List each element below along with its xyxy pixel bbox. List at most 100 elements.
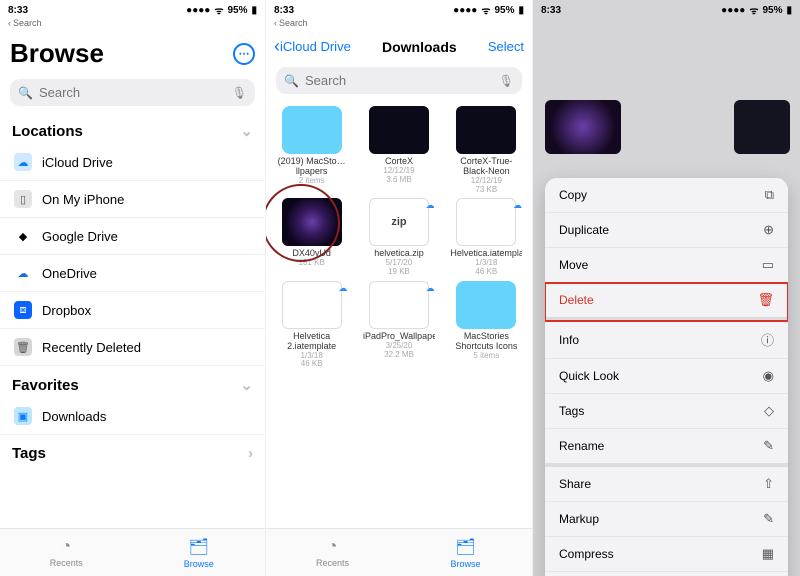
signal-icon: ●●●● (453, 5, 477, 16)
wifi-icon: ᯤ (749, 3, 758, 17)
cloud-download-icon: ☁︎ (426, 283, 435, 294)
trash-icon: 🗑 (14, 338, 32, 356)
mic-icon[interactable]: 🎙 (232, 86, 247, 100)
file-name: (2019) MacSto…llpapers (276, 157, 348, 177)
blurred-thumb (734, 100, 790, 154)
file-item[interactable]: DX40yUd181 KB (270, 198, 353, 276)
signal-icon: ●●●● (721, 5, 745, 16)
select-button[interactable]: Select (488, 39, 524, 54)
battery-icon: ▮ (786, 5, 792, 16)
search-field[interactable] (39, 85, 226, 100)
folder-icon: 🗂 (189, 537, 209, 557)
tab-recents[interactable]: ◔Recents (0, 529, 133, 576)
location-on-my-iphone[interactable]: ▯ On My iPhone (0, 181, 265, 218)
menu-item-info[interactable]: Info ⓘ (545, 321, 788, 359)
paper-thumb-icon (456, 198, 516, 246)
location-dropbox[interactable]: ⧈ Dropbox (0, 292, 265, 329)
google-drive-icon: ◆ (14, 227, 32, 245)
nav-title: Downloads (382, 39, 457, 55)
menu-item-quick-look[interactable]: Quick Look◉ (545, 359, 788, 394)
cloud-download-icon: ☁︎ (426, 200, 435, 211)
clock-icon: ◔ (61, 538, 71, 556)
file-item[interactable]: ☁︎Helvetica 2.iatemplate1/3/1846 KB (270, 281, 353, 369)
folder-thumb-icon (282, 106, 342, 154)
menu-item-markup[interactable]: Markup✎ (545, 502, 788, 537)
status-time: 8:33 (541, 5, 561, 16)
file-item[interactable]: CorteX-True-Black-Neon12/12/1973 KB (445, 106, 528, 194)
back-button[interactable]: ‹iCloud Drive (274, 36, 351, 57)
menu-item-share[interactable]: Share⇧ (545, 467, 788, 502)
section-tags[interactable]: Tags › (0, 435, 265, 466)
file-item[interactable]: MacStories Shortcuts Icons5 items (445, 281, 528, 369)
folder-icon: ▣ (14, 407, 32, 425)
search-input[interactable]: 🔍 🎙 (10, 79, 255, 106)
tab-recents[interactable]: ◔Recents (266, 529, 399, 576)
preview-thumbnail (545, 100, 621, 154)
dark-thumb-icon (456, 106, 516, 154)
file-meta: 46 KB (301, 360, 323, 369)
section-locations[interactable]: Locations ⌄ (0, 112, 265, 144)
menu-item-create-pdf[interactable]: Create PDF🗎 (545, 572, 788, 576)
status-right: ●●●● ᯤ 95% ▮ (721, 3, 792, 17)
paper-thumb-icon (369, 281, 429, 329)
menu-item-compress[interactable]: Compress▦ (545, 537, 788, 572)
menu-label: Duplicate (559, 223, 609, 237)
menu-item-delete[interactable]: Delete🗑 (545, 283, 788, 321)
file-name: CorteX-True-Black-Neon (450, 157, 522, 177)
location-icloud-drive[interactable]: ☁︎ iCloud Drive (0, 144, 265, 181)
location-onedrive[interactable]: ☁︎ OneDrive (0, 255, 265, 292)
status-time: 8:33 (8, 5, 28, 16)
file-name: MacStories Shortcuts Icons (450, 332, 522, 352)
battery-percent: 95% (494, 5, 514, 16)
chevron-right-icon: › (248, 445, 253, 462)
info-icon: ⓘ (761, 330, 774, 349)
location-recently-deleted[interactable]: 🗑 Recently Deleted (0, 329, 265, 366)
file-meta: 46 KB (475, 268, 497, 277)
mic-icon[interactable]: 🎙 (499, 74, 514, 88)
cloud-icon: ☁︎ (14, 153, 32, 171)
menu-item-duplicate[interactable]: Duplicate⊕ (545, 213, 788, 248)
file-meta: 73 KB (475, 186, 497, 195)
location-google-drive[interactable]: ◆ Google Drive (0, 218, 265, 255)
file-meta: 2 items (299, 177, 325, 186)
menu-label: Info (559, 333, 579, 347)
file-meta: 3.6 MB (386, 176, 411, 185)
back-search[interactable]: ‹Search (0, 18, 265, 32)
file-name: Helvetica 2.iatemplate (276, 332, 348, 352)
zip-thumb-icon: zip (369, 198, 429, 246)
context-menu: Copy⧉Duplicate⊕Move▭Delete🗑 Info ⓘ Quick Lo… (545, 178, 788, 576)
search-input[interactable]: 🔍 🎙 (276, 67, 522, 94)
menu-item-move[interactable]: Move▭ (545, 248, 788, 283)
menu-item-rename[interactable]: Rename✎ (545, 429, 788, 467)
wifi-icon: ᯤ (481, 3, 490, 17)
file-item[interactable]: zip☁︎helvetica.zip5/17/2019 KB (357, 198, 440, 276)
search-icon: 🔍 (284, 74, 299, 88)
raven-thumb-icon (282, 198, 342, 246)
rename-icon: ✎ (763, 438, 774, 454)
more-button[interactable]: ⋯ (233, 43, 255, 65)
search-icon: 🔍 (18, 86, 33, 100)
tab-browse[interactable]: 🗂Browse (399, 529, 532, 576)
tab-bar: ◔Recents 🗂Browse (0, 528, 265, 576)
menu-label: Share (559, 477, 591, 491)
favorite-downloads[interactable]: ▣ Downloads (0, 398, 265, 435)
menu-item-copy[interactable]: Copy⧉ (545, 178, 788, 213)
compress-icon: ▦ (762, 546, 774, 562)
menu-item-tags[interactable]: Tags◇ (545, 394, 788, 429)
file-item[interactable]: CorteX12/12/193.6 MB (357, 106, 440, 194)
search-field[interactable] (305, 73, 493, 88)
cloud-download-icon: ☁︎ (513, 200, 522, 211)
file-meta: 19 KB (388, 268, 410, 277)
file-item[interactable]: ☁︎Helvetica.iatemplate1/3/1846 KB (445, 198, 528, 276)
file-item[interactable]: (2019) MacSto…llpapers2 items (270, 106, 353, 194)
clock-icon: ◔ (328, 538, 338, 556)
tab-browse[interactable]: 🗂Browse (133, 529, 266, 576)
back-search[interactable]: ‹Search (266, 18, 532, 32)
section-favorites[interactable]: Favorites ⌄ (0, 366, 265, 398)
file-item[interactable]: ☁︎iPadPro_Wallpaper3/25/2032.2 MB (357, 281, 440, 369)
chevron-left-icon: ‹ (8, 18, 11, 28)
cloud-download-icon: ☁︎ (338, 283, 347, 294)
copy-icon: ⧉ (765, 187, 774, 203)
battery-icon: ▮ (518, 5, 524, 16)
status-bar: 8:33 ●●●● ᯤ 95% ▮ (266, 0, 532, 18)
